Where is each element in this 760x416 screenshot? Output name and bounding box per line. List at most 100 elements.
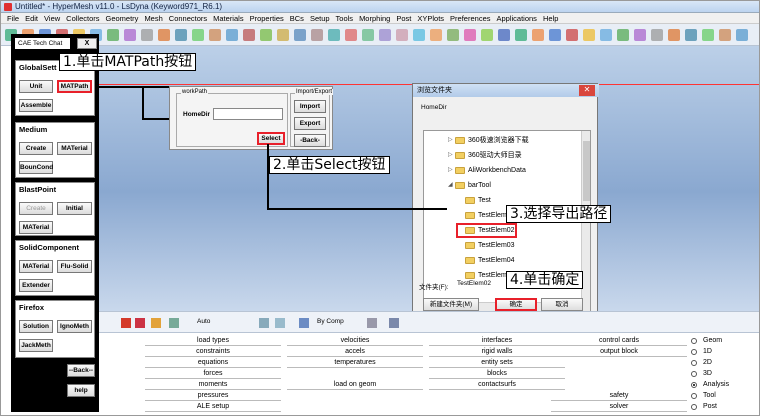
tool-icon[interactable] [367, 318, 377, 328]
panel-button[interactable]: blocks [429, 369, 565, 379]
tree-item[interactable]: ◢ barTool [448, 180, 491, 191]
tool-icon[interactable] [389, 318, 399, 328]
menu-item[interactable]: Setup [310, 13, 330, 24]
tree-item[interactable]: TestElem [458, 210, 507, 221]
menu-item[interactable]: Applications [496, 13, 536, 24]
menu-item[interactable]: Tools [336, 13, 354, 24]
panel-back-button[interactable]: --Back-- [67, 364, 95, 377]
homedir-input[interactable] [213, 108, 283, 120]
menu-item[interactable]: Properties [250, 13, 284, 24]
toolbar-icon[interactable] [600, 29, 612, 41]
toolbar-icon[interactable] [277, 29, 289, 41]
menu-item[interactable]: Materials [213, 13, 243, 24]
bouncond-button[interactable]: BounCond [19, 161, 53, 174]
auto-dropdown[interactable]: Auto [197, 318, 210, 325]
toolbar-icon[interactable] [447, 29, 459, 41]
toolbar-icon[interactable] [243, 29, 255, 41]
toolbar-icon[interactable] [175, 29, 187, 41]
menu-item[interactable]: Edit [25, 13, 38, 24]
toolbar-icon[interactable] [260, 29, 272, 41]
new-folder-button[interactable]: 新建文件夹(M) [423, 298, 479, 311]
menu-item[interactable]: Morphing [359, 13, 390, 24]
toolbar-icon[interactable] [736, 29, 748, 41]
tree-item[interactable]: TestElem02 [456, 223, 517, 238]
select-button[interactable]: Select [257, 132, 285, 145]
menu-item[interactable]: Preferences [450, 13, 490, 24]
toolbar-icon[interactable] [583, 29, 595, 41]
toolbar-icon[interactable] [430, 29, 442, 41]
panel-button[interactable]: solver [551, 402, 687, 412]
toolbar-icon[interactable] [515, 29, 527, 41]
assemble-button[interactable]: Assemble [19, 99, 53, 112]
toolbar-icon[interactable] [566, 29, 578, 41]
toolbar-icon[interactable] [634, 29, 646, 41]
unit-button[interactable]: Unit [19, 80, 53, 93]
panel-button[interactable]: equations [145, 358, 281, 368]
initial-button[interactable]: Initial [57, 202, 92, 215]
panel-button[interactable]: safety [551, 391, 687, 401]
tree-item[interactable]: ▷ 360驱动大师目录 [448, 150, 522, 161]
material-button[interactable]: MATerial [19, 260, 53, 273]
toolbar-icon[interactable] [668, 29, 680, 41]
delete-icon[interactable] [121, 318, 131, 328]
menu-item[interactable]: Collectors [66, 13, 99, 24]
panel-close-button[interactable]: X [77, 38, 97, 49]
extender-button[interactable]: Extender [19, 279, 53, 292]
import-button[interactable]: Import [294, 100, 326, 113]
tree-item[interactable]: TestElem04 [458, 255, 515, 266]
panel-button[interactable]: ALE setup [145, 402, 281, 412]
create-button[interactable]: Create [19, 142, 53, 155]
toolbar-icon[interactable] [617, 29, 629, 41]
toolbar-icon[interactable] [226, 29, 238, 41]
toolbar-icon[interactable] [124, 29, 136, 41]
toolbar-icon[interactable] [549, 29, 561, 41]
toolbar-icon[interactable] [294, 29, 306, 41]
radio-analysis[interactable]: Analysis [691, 380, 729, 390]
panel-button[interactable]: velocities [287, 336, 423, 346]
menu-item[interactable]: Post [396, 13, 411, 24]
menu-item[interactable]: File [7, 13, 19, 24]
panel-button[interactable]: accels [287, 347, 423, 357]
tool-icon[interactable] [299, 318, 309, 328]
panel-button[interactable]: entity sets [429, 358, 565, 368]
close-icon[interactable]: ✕ [579, 85, 595, 96]
menu-item[interactable]: Help [543, 13, 558, 24]
material-button[interactable]: MATerial [19, 221, 53, 234]
toolbar-icon[interactable] [651, 29, 663, 41]
toolbar-icon[interactable] [141, 29, 153, 41]
tool-icon[interactable] [169, 318, 179, 328]
panel-button[interactable]: control cards [551, 336, 687, 346]
menu-item[interactable]: View [44, 13, 60, 24]
radio-post[interactable]: Post [691, 402, 717, 412]
panel-button[interactable]: load on geom [287, 380, 423, 390]
toolbar-icon[interactable] [413, 29, 425, 41]
tool-icon[interactable] [135, 318, 145, 328]
toolbar-icon[interactable] [311, 29, 323, 41]
toolbar-icon[interactable] [209, 29, 221, 41]
radio-2d[interactable]: 2D [691, 358, 712, 368]
by-comp-dropdown[interactable]: By Comp [317, 318, 344, 325]
toolbar-icon[interactable] [464, 29, 476, 41]
help-button[interactable]: help [67, 384, 95, 397]
menu-item[interactable]: Connectors [169, 13, 207, 24]
toolbar-icon[interactable] [685, 29, 697, 41]
toolbar-icon[interactable] [107, 29, 119, 41]
panel-button[interactable]: constraints [145, 347, 281, 357]
cancel-button[interactable]: 取消 [541, 298, 583, 311]
tree-item[interactable]: ▷ AliWorkbenchData [448, 165, 526, 176]
radio-geom[interactable]: Geom [691, 336, 722, 346]
menu-item[interactable]: BCs [290, 13, 304, 24]
panel-button[interactable]: rigid walls [429, 347, 565, 357]
panel-button[interactable]: forces [145, 369, 281, 379]
tree-item[interactable]: ▷ 360极速浏览器下载 [448, 135, 529, 146]
expand-arrow-icon[interactable]: ▷ [448, 150, 455, 161]
ok-button[interactable]: 确定 [495, 298, 537, 311]
toolbar-icon[interactable] [532, 29, 544, 41]
menu-item[interactable]: Geometry [106, 13, 139, 24]
ignometh-button[interactable]: IgnoMeth [57, 320, 92, 333]
menu-item[interactable]: XYPlots [417, 13, 444, 24]
tree-item[interactable]: TestElem03 [458, 240, 515, 251]
menu-item[interactable]: Mesh [144, 13, 162, 24]
panel-button[interactable]: temperatures [287, 358, 423, 368]
radio-1d[interactable]: 1D [691, 347, 712, 357]
